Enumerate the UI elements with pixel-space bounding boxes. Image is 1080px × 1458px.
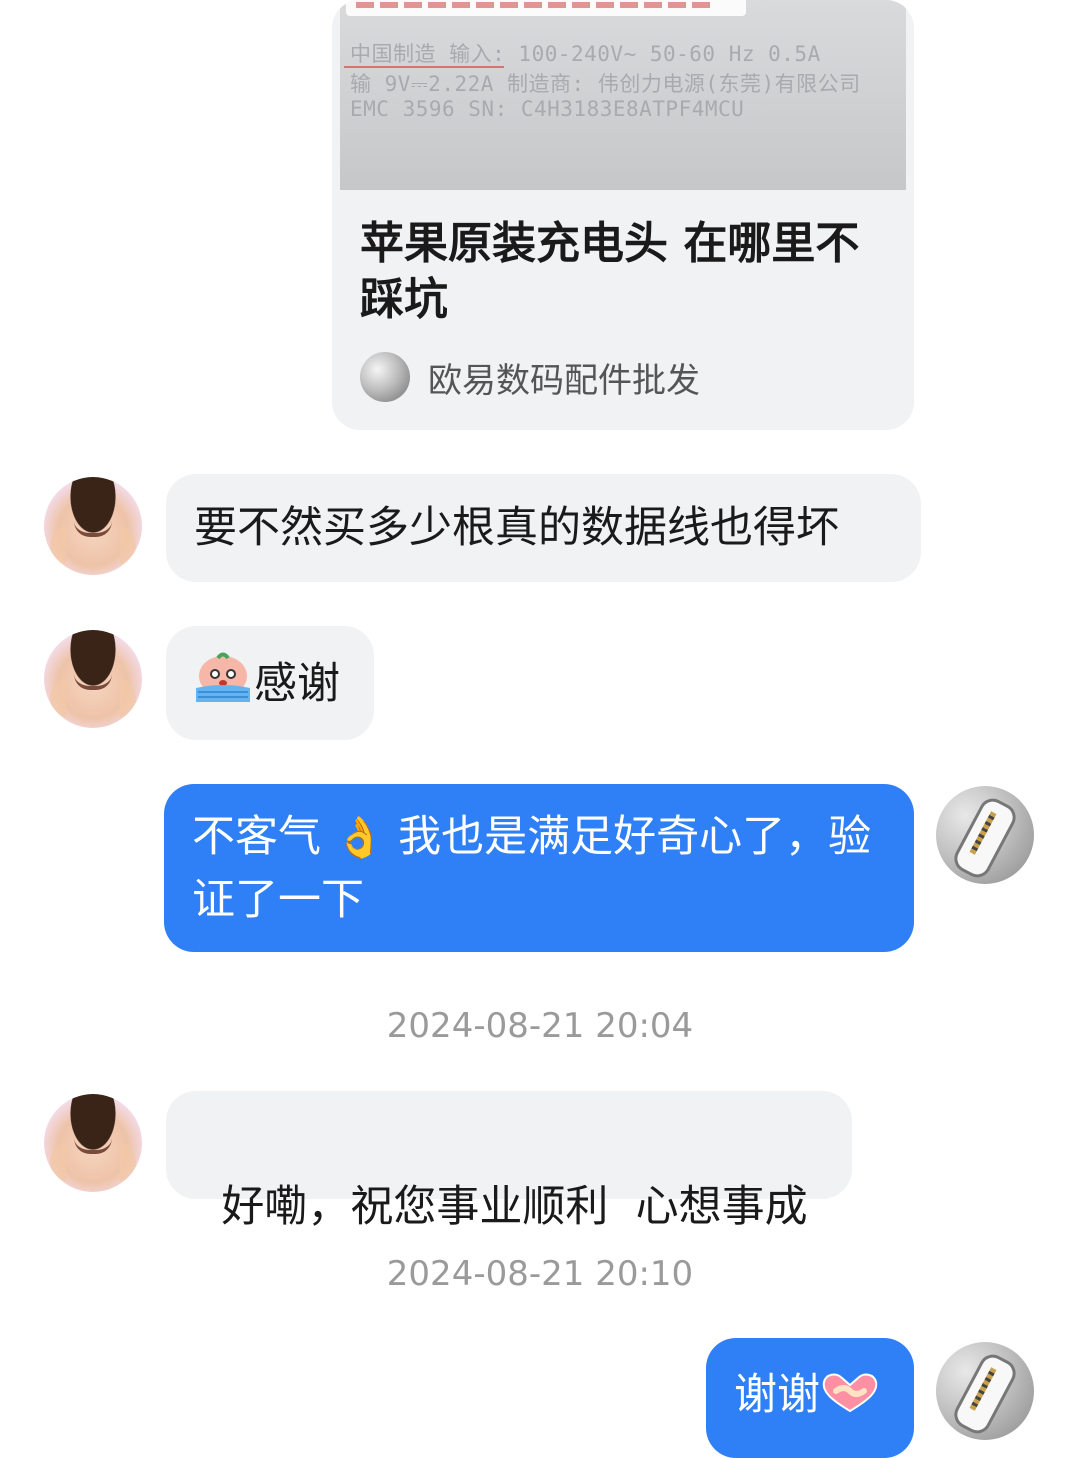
received-message-bubble[interactable]: 要不然买多少根真的数据线也得坏 — [166, 474, 921, 582]
my-avatar[interactable] — [936, 1342, 1034, 1440]
message-text: 要不然买多少根真的数据线也得坏 — [194, 503, 839, 553]
message-text: 不客气 — [192, 812, 335, 862]
received-message-bubble[interactable]: 感谢 — [166, 626, 374, 740]
message-timestamp: 2024-08-21 20:04 — [386, 1006, 694, 1046]
my-avatar[interactable] — [936, 786, 1034, 884]
handshake-emoji-icon — [822, 1373, 878, 1413]
charger-label-photo: 中国制造 输入: 100-240V~ 50-60 Hz 0.5A 输 9V⎓2.… — [340, 0, 906, 190]
ok-hand-emoji-icon: 👌 — [334, 815, 385, 861]
message-timestamp: 2024-08-21 20:10 — [386, 1254, 694, 1294]
message-text: 好嘞，祝您事业顺利 心想事成 — [221, 1182, 808, 1232]
card-source[interactable]: 欧易数码配件批发 — [360, 352, 700, 402]
source-name: 欧易数码配件批发 — [428, 360, 700, 401]
photo-etched-line: EMC 3596 SN: C4H3183E8ATPF4MCU — [350, 97, 745, 121]
source-avatar — [360, 352, 410, 402]
photo-etched-line: 输 9V⎓2.22A 制造商: 伟创力电源(东莞)有限公司 — [350, 72, 861, 96]
sent-message-bubble[interactable]: 不客气 👌 我也是满足好奇心了，验证了一下 — [164, 784, 914, 952]
received-message-bubble[interactable]: 好嘞，祝您事业顺利 心想事成 — [166, 1091, 852, 1232]
message-text: 谢谢 — [734, 1370, 820, 1420]
sent-message-bubble[interactable]: 谢谢 — [706, 1338, 914, 1458]
crying-face-emoji-icon — [196, 652, 250, 702]
shared-post-card[interactable]: 中国制造 输入: 100-240V~ 50-60 Hz 0.5A 输 9V⎓2.… — [332, 0, 914, 430]
photo-etched-line: 中国制造 输入: 100-240V~ 50-60 Hz 0.5A — [350, 42, 821, 66]
card-title: 苹果原装充电头 在哪里不踩坑 — [360, 218, 860, 325]
photo-caption-strip — [346, 0, 746, 16]
chat-screen: { "shared_card": { "image_lines": [ "中国制… — [0, 0, 1080, 1458]
contact-avatar[interactable] — [44, 1094, 142, 1192]
contact-avatar[interactable] — [44, 477, 142, 575]
contact-avatar[interactable] — [44, 630, 142, 728]
message-text: 感谢 — [254, 659, 340, 709]
